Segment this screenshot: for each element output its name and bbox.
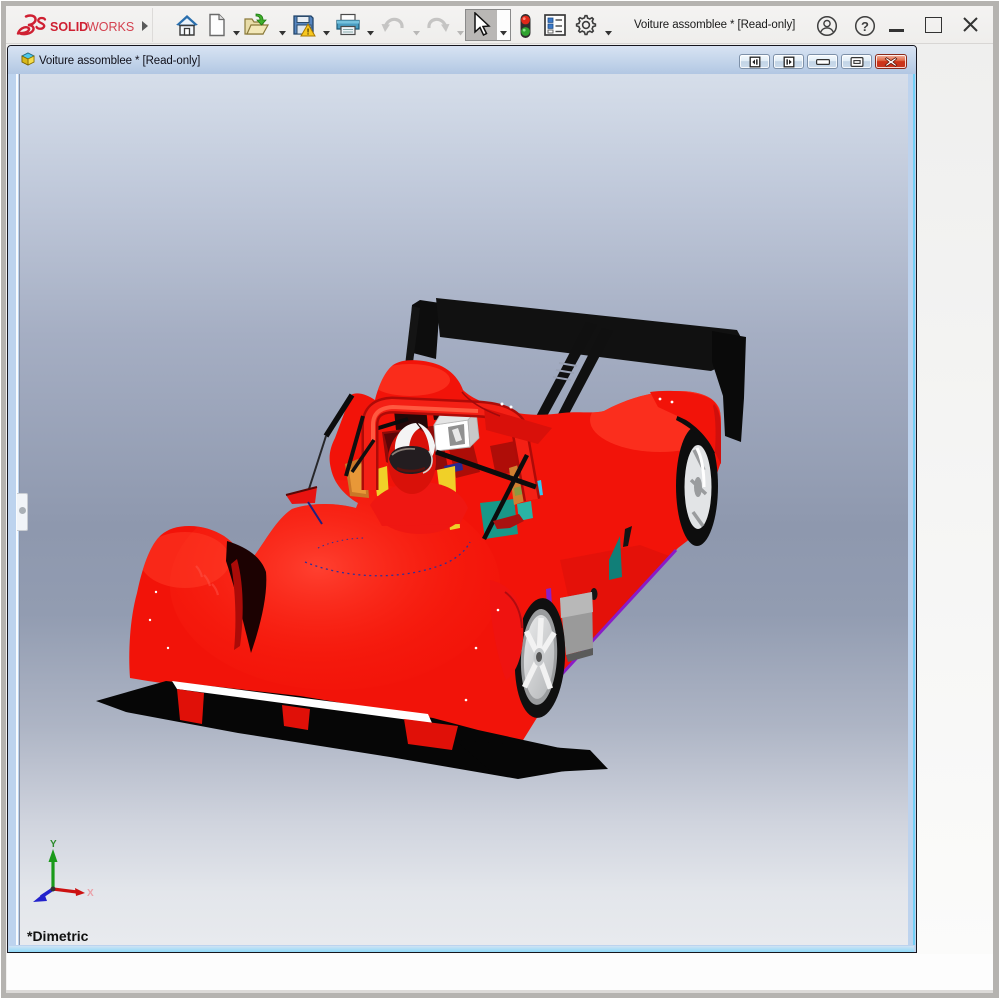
svg-text:Y: Y	[50, 839, 57, 850]
svg-text:!: !	[307, 27, 310, 37]
svg-text:?: ?	[861, 19, 869, 34]
svg-text:X: X	[87, 888, 94, 899]
svg-text:SOLID: SOLID	[50, 20, 88, 34]
svg-text:WORKS: WORKS	[87, 20, 134, 34]
